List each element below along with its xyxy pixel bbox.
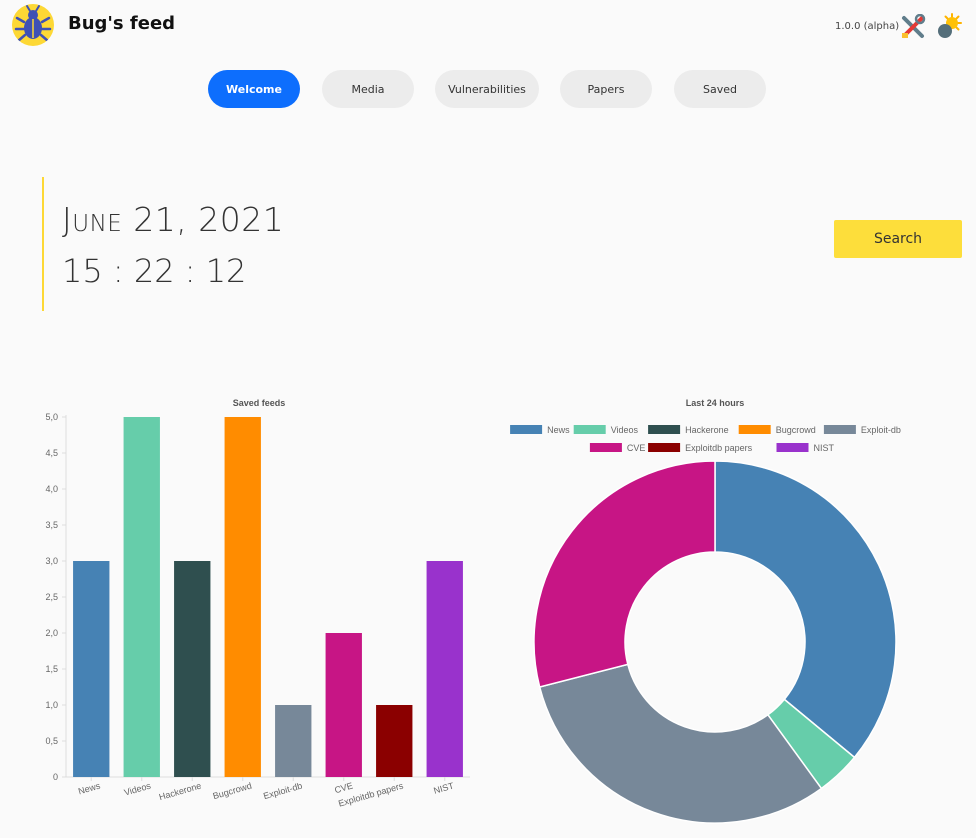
- pie-legend-swatch: [648, 425, 681, 434]
- pie-legend-label: NIST: [814, 443, 835, 453]
- pie-legend-swatch: [648, 443, 681, 452]
- bar-y-tick-label: 3,0: [45, 556, 58, 566]
- pie-legend-label: News: [547, 425, 570, 435]
- bar-y-tick-label: 4,5: [45, 448, 58, 458]
- current-time: 15 : 22 : 12: [62, 252, 247, 290]
- bar-x-tick-label: Hackerone: [158, 781, 203, 803]
- pie-slice-news: [714, 460, 897, 759]
- pie-legend-item: News: [510, 425, 570, 435]
- pie-legend-swatch: [776, 443, 809, 452]
- pie-legend-item: Hackerone: [648, 425, 729, 435]
- pie-legend-label: CVE: [627, 443, 646, 453]
- tab-papers[interactable]: Papers: [560, 70, 652, 108]
- pie-slice-cve: [533, 460, 716, 688]
- datetime-panel: June 21, 2021 15 : 22 : 12: [42, 177, 342, 311]
- bar-x-tick-label: Videos: [123, 780, 153, 797]
- pie-legend-label: Videos: [611, 425, 639, 435]
- pie-legend-item: NIST: [776, 443, 835, 453]
- pie-legend-item: Exploit-db: [823, 425, 901, 435]
- app-title: Bug's feed: [68, 13, 176, 34]
- charts-svg: Saved feeds 0 0,5 1,0 1,5 2,0 2,5 3,0 3,5 4,0 4,5 5…: [45, 398, 901, 824]
- app-header: Bug's feed 1.0.0 (alpha): [0, 0, 976, 50]
- bar-x-tick-label: NIST: [432, 780, 455, 795]
- bar-y-tick-label: 1,0: [45, 700, 58, 710]
- bar-y-tick-label: 0: [53, 772, 58, 782]
- pie-legend-swatch: [589, 443, 622, 452]
- bar-y-tick-label: 4,0: [45, 484, 58, 494]
- charts-section: Saved feeds 0 0,5 1,0 1,5 2,0 2,5 3,0 3,5 4,0 4,5 5…: [0, 390, 976, 838]
- pie-legend-item: Bugcrowd: [738, 425, 816, 435]
- tab-saved[interactable]: Saved: [674, 70, 766, 108]
- bar-videos: [123, 417, 160, 777]
- bar-y-tick-label: 5,0: [45, 412, 58, 422]
- pie-legend-swatch: [573, 425, 606, 434]
- main-nav: Welcome Media Vulnerabilities Papers Sav…: [0, 70, 976, 108]
- pie-legend-swatch: [823, 425, 856, 434]
- pie-legend-label: Bugcrowd: [776, 425, 816, 435]
- bar-y-tick-label: 3,5: [45, 520, 58, 530]
- bar-x-tick-label: CVE: [333, 781, 354, 796]
- pie-chart-title: Last 24 hours: [686, 398, 745, 408]
- tab-vulnerabilities[interactable]: Vulnerabilities: [435, 70, 539, 108]
- bar-nist: [426, 561, 463, 777]
- pie-legend-label: Exploit-db: [861, 425, 901, 435]
- pie-legend-label: Exploitdb papers: [685, 443, 753, 453]
- pie-legend-item: Videos: [573, 425, 639, 435]
- bar-y-tick-label: 1,5: [45, 664, 58, 674]
- bug-logo-icon[interactable]: [12, 4, 54, 46]
- bar-exploitdb-papers: [376, 705, 413, 777]
- current-date: June 21, 2021: [62, 200, 285, 239]
- pie-legend-swatch: [738, 425, 771, 434]
- bar-bugcrowd: [224, 417, 261, 777]
- pie-slice-exploit-db: [538, 663, 823, 824]
- bar-hackerone: [174, 561, 211, 777]
- bar-x-tick-label: Bugcrowd: [212, 781, 253, 802]
- bar-y-tick-label: 2,0: [45, 628, 58, 638]
- tab-welcome[interactable]: Welcome: [208, 70, 300, 108]
- bar-chart-title: Saved feeds: [233, 398, 286, 408]
- pie-legend-swatch: [510, 425, 543, 434]
- version-label: 1.0.0 (alpha): [835, 21, 900, 32]
- pie-legend-item: CVE: [589, 443, 646, 453]
- bar-x-tick-label: Exploit-db: [262, 781, 303, 802]
- theme-toggle-icon[interactable]: [936, 12, 964, 40]
- bar-y-tick-label: 0,5: [45, 736, 58, 746]
- bar-x-tick-label: News: [77, 780, 102, 796]
- bar-cve: [325, 633, 362, 777]
- pie-legend-label: Hackerone: [685, 425, 729, 435]
- bar-news: [73, 561, 110, 777]
- bar-y-tick-label: 2,5: [45, 592, 58, 602]
- tab-media[interactable]: Media: [322, 70, 414, 108]
- tools-icon[interactable]: [900, 13, 926, 40]
- pie-legend-item: Exploitdb papers: [648, 443, 753, 453]
- bar-exploit-db: [275, 705, 312, 777]
- search-button[interactable]: Search: [834, 220, 962, 258]
